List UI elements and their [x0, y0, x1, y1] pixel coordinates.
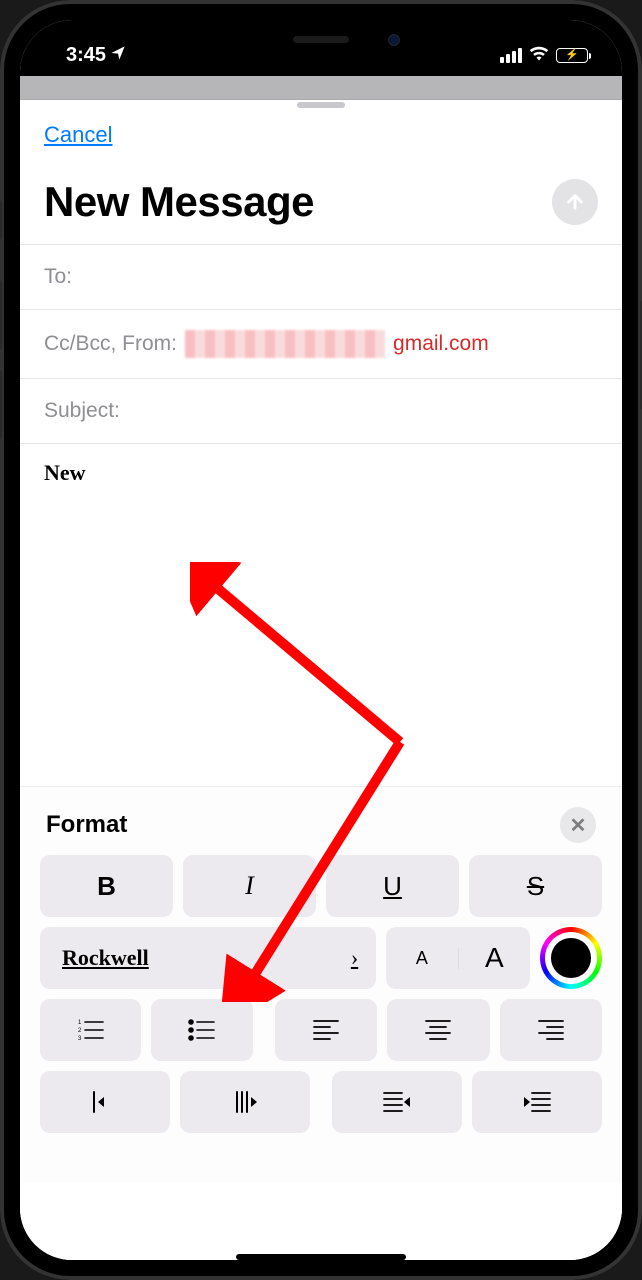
status-time: 3:45 — [66, 44, 106, 67]
increase-size-button[interactable]: A — [459, 942, 530, 974]
color-picker-button[interactable] — [540, 927, 602, 989]
body-text: New — [44, 460, 86, 485]
sheet-backdrop — [20, 76, 622, 100]
svg-text:1: 1 — [78, 1020, 82, 1026]
subject-field[interactable]: Subject: — [20, 378, 622, 444]
format-title: Format — [46, 811, 127, 839]
from-domain: gmail.com — [393, 332, 489, 356]
underline-button[interactable]: U — [326, 855, 459, 917]
home-indicator[interactable] — [236, 1254, 406, 1260]
cancel-button[interactable]: Cancel — [44, 122, 112, 147]
outdent-quote-button[interactable] — [40, 1071, 170, 1133]
message-body[interactable]: New — [20, 444, 622, 684]
mute-switch — [0, 200, 2, 240]
close-format-button[interactable]: ✕ — [560, 807, 596, 843]
send-button[interactable] — [552, 179, 598, 225]
numbered-list-button[interactable]: 1 2 3 — [40, 999, 141, 1061]
indent-quote-button[interactable] — [180, 1071, 310, 1133]
font-size-stepper[interactable]: A A — [386, 927, 530, 989]
volume-up-button — [0, 280, 2, 350]
from-redacted — [185, 330, 385, 358]
align-right-button[interactable] — [500, 999, 602, 1061]
strikethrough-button[interactable]: S — [469, 855, 602, 917]
cellular-icon — [500, 48, 522, 63]
decrease-indent-button[interactable] — [332, 1071, 462, 1133]
bulleted-list-button[interactable] — [151, 999, 252, 1061]
italic-button[interactable]: I — [183, 855, 316, 917]
ccbcc-label: Cc/Bcc, From: — [44, 332, 177, 356]
chevron-right-icon: › — [351, 945, 358, 971]
device-frame: 3:45 Cancel New Mess — [0, 0, 642, 1280]
volume-down-button — [0, 370, 2, 440]
to-label: To: — [44, 265, 72, 289]
svg-text:3: 3 — [78, 1036, 82, 1042]
ccbcc-field[interactable]: Cc/Bcc, From: gmail.com — [20, 309, 622, 378]
align-center-button[interactable] — [387, 999, 489, 1061]
page-title: New Message — [44, 178, 314, 226]
wifi-icon — [529, 45, 549, 66]
decrease-size-button[interactable]: A — [386, 948, 458, 969]
svg-text:2: 2 — [78, 1028, 82, 1034]
font-picker-button[interactable]: Rockwell › — [40, 927, 376, 989]
battery-icon — [556, 48, 588, 63]
font-name-label: Rockwell — [62, 945, 149, 971]
screen: 3:45 Cancel New Mess — [20, 20, 622, 1260]
increase-indent-button[interactable] — [472, 1071, 602, 1133]
compose-sheet: Cancel New Message To: Cc/Bcc, From: gma… — [20, 102, 622, 1260]
subject-label: Subject: — [44, 399, 120, 423]
format-panel: Format ✕ B I U S Rockwell — [20, 786, 622, 1183]
to-field[interactable]: To: — [20, 244, 622, 309]
notch — [206, 20, 436, 60]
align-left-button[interactable] — [275, 999, 377, 1061]
bold-button[interactable]: B — [40, 855, 173, 917]
location-icon — [110, 45, 126, 66]
